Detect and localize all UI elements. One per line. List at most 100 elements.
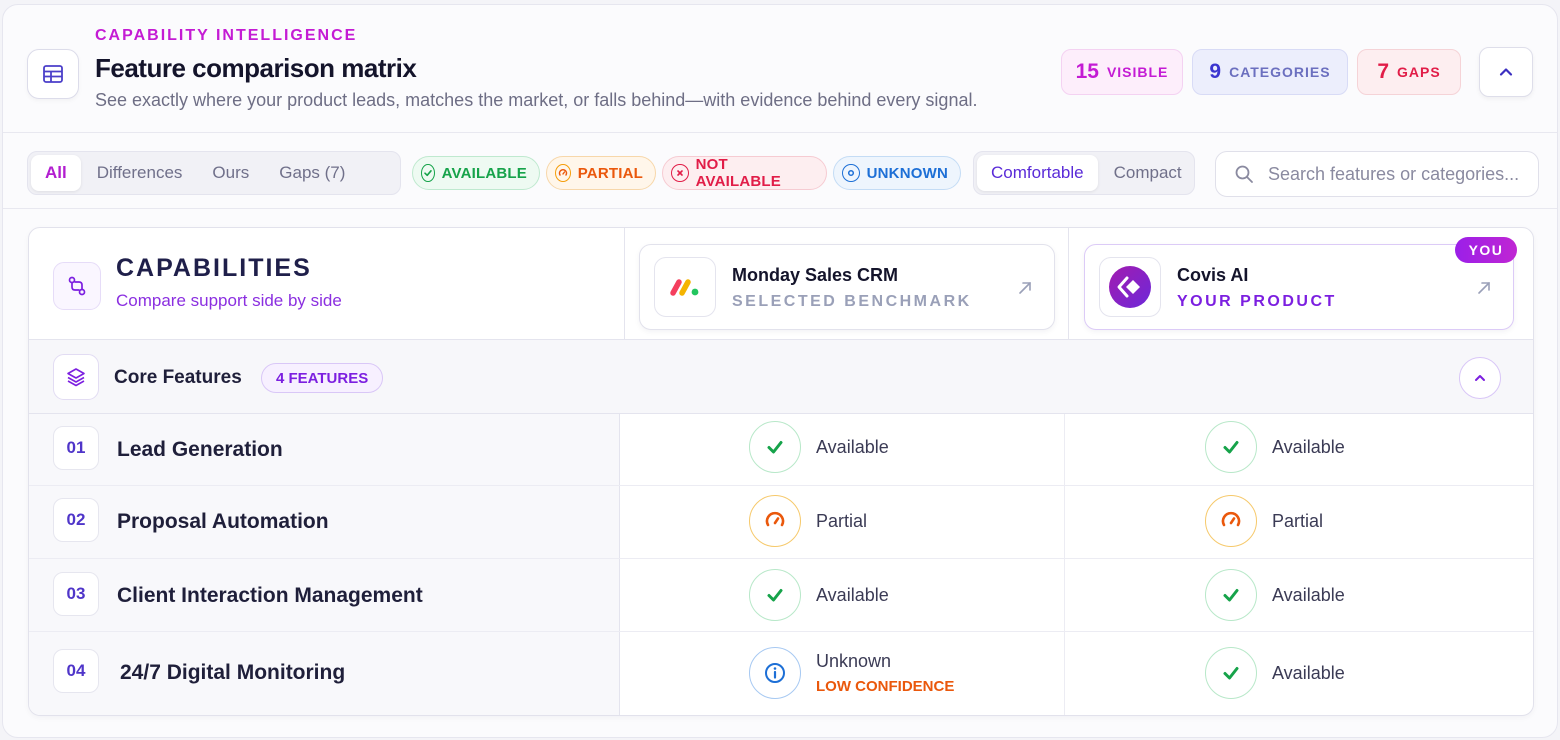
- gauge-icon: [1205, 495, 1257, 547]
- gauge-icon: [555, 164, 571, 182]
- categories-count-badge: 9 CATEGORIES: [1192, 49, 1348, 95]
- status-label: Unknown: [816, 651, 892, 671]
- benchmark-name: Monday Sales CRM: [732, 265, 899, 285]
- search-input[interactable]: [1268, 163, 1528, 185]
- density-comfortable[interactable]: Comfortable: [977, 155, 1098, 191]
- filter-toolbar: All Differences Ours Gaps (7) AVAILABLE …: [3, 133, 1557, 209]
- visible-count-badge: 15 VISIBLE: [1061, 49, 1183, 95]
- table-row[interactable]: 02 Proposal Automation Partial Partial: [29, 486, 1533, 559]
- feature-name: Lead Generation: [117, 438, 283, 461]
- visible-label: VISIBLE: [1106, 64, 1169, 80]
- categories-count: 9: [1209, 60, 1222, 83]
- feature-name: Proposal Automation: [117, 510, 329, 533]
- benchmark-product-card[interactable]: Monday Sales CRM SELECTED BENCHMARK: [639, 244, 1055, 330]
- our-status: Available: [1205, 647, 1345, 699]
- column-divider: [1068, 228, 1069, 340]
- density-compact[interactable]: Compact: [1100, 155, 1196, 191]
- info-icon: [749, 647, 801, 699]
- feature-cell: 04 24/7 Digital Monitoring: [29, 632, 620, 715]
- tab-ours[interactable]: Ours: [198, 155, 263, 191]
- feature-name: 24/7 Digital Monitoring: [120, 661, 346, 684]
- your-product-name: Covis AI: [1177, 265, 1249, 285]
- table-row[interactable]: 03 Client Interaction Management Availab…: [29, 559, 1533, 632]
- table-row[interactable]: 01 Lead Generation Available Available: [29, 414, 1533, 486]
- benchmark-status: Partial: [749, 495, 867, 547]
- table-row[interactable]: 04 24/7 Digital Monitoring Unknown LOW C…: [29, 632, 1533, 715]
- capabilities-subtitle: Compare support side by side: [116, 291, 342, 310]
- view-filter-tabs: All Differences Ours Gaps (7): [27, 151, 401, 195]
- density-toggle: Comfortable Compact: [973, 151, 1195, 195]
- matrix-header: CAPABILITIES Compare support side by sid…: [29, 228, 1533, 340]
- legend-not-available-label: NOT AVAILABLE: [695, 156, 781, 190]
- tab-differences[interactable]: Differences: [83, 155, 197, 191]
- layers-icon: [53, 354, 99, 400]
- x-icon: [671, 164, 689, 182]
- column-divider: [1064, 486, 1065, 558]
- category-group-header[interactable]: Core Features 4 FEATURES: [29, 340, 1533, 414]
- our-status: Available: [1205, 421, 1345, 473]
- feature-cell: 03 Client Interaction Management: [29, 559, 620, 631]
- gaps-count: 7: [1377, 60, 1389, 83]
- your-product-card[interactable]: Covis AI YOUR PRODUCT YOU: [1084, 237, 1517, 330]
- status-text-group: Unknown LOW CONFIDENCE: [816, 651, 954, 695]
- status-label: Available: [1272, 436, 1345, 457]
- group-feature-count: 4 FEATURES: [261, 363, 384, 393]
- tab-gaps[interactable]: Gaps (7): [265, 155, 359, 191]
- column-divider: [1064, 559, 1065, 631]
- capabilities-title: CAPABILITIES: [116, 254, 312, 282]
- row-number: 01: [53, 426, 99, 470]
- column-divider: [1064, 632, 1065, 715]
- table-icon: [27, 49, 79, 99]
- page-subtitle: See exactly where your product leads, ma…: [95, 90, 978, 110]
- comparison-matrix: CAPABILITIES Compare support side by sid…: [28, 227, 1534, 716]
- status-label: Available: [816, 436, 889, 457]
- compare-icon: [53, 262, 101, 310]
- group-name: Core Features: [114, 367, 242, 388]
- header: CAPABILITY INTELLIGENCE Feature comparis…: [3, 5, 1557, 133]
- gaps-count-badge: 7 GAPS: [1357, 49, 1461, 95]
- eyebrow-label: CAPABILITY INTELLIGENCE: [95, 27, 358, 44]
- gaps-label: GAPS: [1397, 64, 1441, 80]
- tab-all[interactable]: All: [31, 155, 81, 191]
- row-number: 04: [53, 649, 99, 693]
- check-icon: [1205, 569, 1257, 621]
- check-icon: [1205, 421, 1257, 473]
- collapse-panel-button[interactable]: [1479, 47, 1533, 97]
- external-link-icon[interactable]: [1477, 281, 1491, 300]
- visible-count: 15: [1075, 60, 1099, 83]
- row-number: 03: [53, 572, 99, 616]
- search-icon: [1235, 165, 1253, 183]
- feature-cell: 01 Lead Generation: [29, 414, 620, 485]
- our-status: Partial: [1205, 495, 1323, 547]
- covis-logo-icon: [1099, 257, 1161, 317]
- feature-cell: 02 Proposal Automation: [29, 486, 620, 558]
- legend-available[interactable]: AVAILABLE: [412, 156, 540, 190]
- search-box: [1215, 151, 1539, 197]
- check-icon: [749, 421, 801, 473]
- you-badge: YOU: [1455, 237, 1517, 263]
- benchmark-role: SELECTED BENCHMARK: [732, 293, 972, 310]
- chevron-up-icon: [1475, 375, 1485, 381]
- our-status: Available: [1205, 569, 1345, 621]
- group-collapse-button[interactable]: [1459, 357, 1501, 399]
- status-label: Partial: [816, 510, 868, 531]
- benchmark-status: Unknown LOW CONFIDENCE: [749, 647, 954, 699]
- confidence-note: LOW CONFIDENCE: [816, 678, 955, 695]
- legend-not-available[interactable]: NOT AVAILABLE: [662, 156, 827, 190]
- check-icon: [1205, 647, 1257, 699]
- legend-partial[interactable]: PARTIAL: [546, 156, 656, 190]
- feature-name: Client Interaction Management: [117, 584, 423, 607]
- status-label: Available: [1272, 584, 1345, 605]
- legend-unknown[interactable]: UNKNOWN: [833, 156, 961, 190]
- legend-partial-label: PARTIAL: [577, 164, 643, 182]
- page-title: Feature comparison matrix: [95, 53, 417, 83]
- row-number: 02: [53, 498, 99, 542]
- check-icon: [749, 569, 801, 621]
- external-link-icon[interactable]: [1018, 281, 1032, 300]
- status-label: Partial: [1272, 510, 1324, 531]
- gauge-icon: [749, 495, 801, 547]
- legend-unknown-label: UNKNOWN: [866, 164, 948, 182]
- your-product-role: YOUR PRODUCT: [1177, 293, 1337, 310]
- benchmark-status: Available: [749, 421, 889, 473]
- legend-available-label: AVAILABLE: [441, 164, 527, 182]
